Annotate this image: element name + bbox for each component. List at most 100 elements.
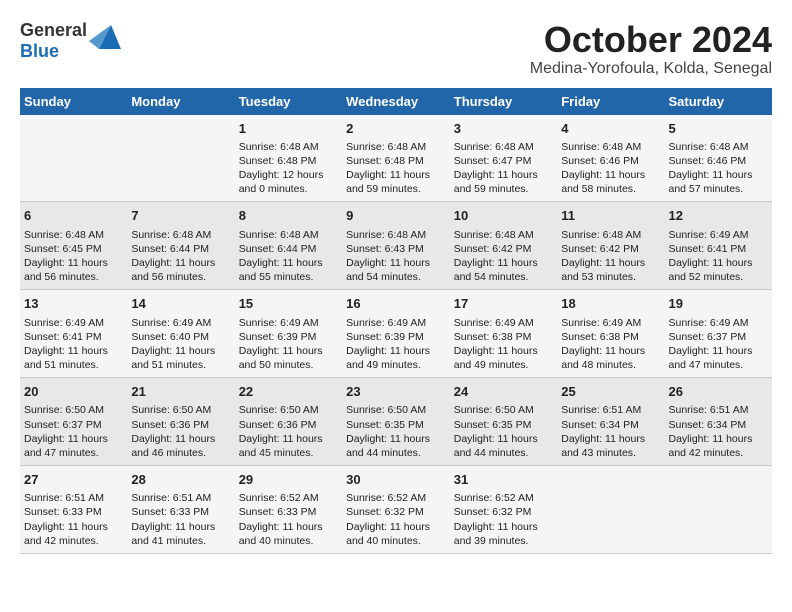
day-number: 3 [454, 120, 553, 138]
calendar-cell: 16 Sunrise: 6:49 AM Sunset: 6:39 PM Dayli… [342, 290, 450, 378]
calendar-header: SundayMondayTuesdayWednesdayThursdayFrid… [20, 88, 772, 115]
day-number: 1 [239, 120, 338, 138]
calendar-cell [20, 115, 127, 202]
day-info: Sunrise: 6:48 AM Sunset: 6:48 PM Dayligh… [346, 140, 446, 197]
calendar-cell: 3 Sunrise: 6:48 AM Sunset: 6:47 PM Daylig… [450, 115, 557, 202]
logo-blue: Blue [20, 41, 59, 61]
calendar-cell: 23Sunrise: 6:50 AM Sunset: 6:35 PM Dayli… [342, 378, 450, 466]
day-info: Sunrise: 6:49 AM Sunset: 6:40 PM Dayligh… [131, 316, 230, 373]
calendar-cell: 4 Sunrise: 6:48 AM Sunset: 6:46 PM Daylig… [557, 115, 664, 202]
day-info: Sunrise: 6:48 AM Sunset: 6:46 PM Dayligh… [561, 140, 660, 197]
day-number: 14 [131, 295, 230, 313]
day-info: Sunrise: 6:48 AM Sunset: 6:46 PM Dayligh… [669, 140, 769, 197]
day-info: Sunrise: 6:49 AM Sunset: 6:38 PM Dayligh… [561, 316, 660, 373]
location-subtitle: Medina-Yorofoula, Kolda, Senegal [530, 60, 772, 78]
calendar-cell: 1Sunrise: 6:48 AM Sunset: 6:48 PM Daylig… [235, 115, 342, 202]
day-number: 16 [346, 295, 446, 313]
day-number: 5 [669, 120, 769, 138]
calendar-cell [557, 466, 664, 554]
week-row-4: 20Sunrise: 6:50 AM Sunset: 6:37 PM Dayli… [20, 378, 772, 466]
day-info: Sunrise: 6:52 AM Sunset: 6:32 PM Dayligh… [454, 491, 553, 548]
col-header-tuesday: Tuesday [235, 88, 342, 115]
day-info: Sunrise: 6:48 AM Sunset: 6:42 PM Dayligh… [561, 228, 660, 285]
day-number: 29 [239, 471, 338, 489]
day-info: Sunrise: 6:49 AM Sunset: 6:39 PM Dayligh… [239, 316, 338, 373]
calendar-cell: 20Sunrise: 6:50 AM Sunset: 6:37 PM Dayli… [20, 378, 127, 466]
day-number: 22 [239, 383, 338, 401]
calendar-cell: 12 Sunrise: 6:49 AM Sunset: 6:41 PM Dayli… [665, 202, 773, 290]
day-info: Sunrise: 6:51 AM Sunset: 6:34 PM Dayligh… [669, 403, 769, 460]
day-info: Sunrise: 6:49 AM Sunset: 6:39 PM Dayligh… [346, 316, 446, 373]
logo-icon [89, 21, 121, 53]
calendar-cell [127, 115, 234, 202]
day-info: Sunrise: 6:49 AM Sunset: 6:41 PM Dayligh… [24, 316, 123, 373]
calendar-cell: 14 Sunrise: 6:49 AM Sunset: 6:40 PM Dayli… [127, 290, 234, 378]
day-info: Sunrise: 6:49 AM Sunset: 6:38 PM Dayligh… [454, 316, 553, 373]
day-info: Sunrise: 6:50 AM Sunset: 6:35 PM Dayligh… [346, 403, 446, 460]
day-number: 27 [24, 471, 123, 489]
day-info: Sunrise: 6:51 AM Sunset: 6:33 PM Dayligh… [24, 491, 123, 548]
day-number: 24 [454, 383, 553, 401]
day-number: 18 [561, 295, 660, 313]
day-number: 25 [561, 383, 660, 401]
week-row-5: 27 Sunrise: 6:51 AM Sunset: 6:33 PM Dayli… [20, 466, 772, 554]
day-number: 31 [454, 471, 553, 489]
col-header-monday: Monday [127, 88, 234, 115]
day-info: Sunrise: 6:52 AM Sunset: 6:32 PM Dayligh… [346, 491, 446, 548]
day-info: Sunrise: 6:49 AM Sunset: 6:41 PM Dayligh… [669, 228, 769, 285]
day-info: Sunrise: 6:48 AM Sunset: 6:47 PM Dayligh… [454, 140, 553, 197]
day-number: 30 [346, 471, 446, 489]
day-number: 4 [561, 120, 660, 138]
week-row-2: 6Sunrise: 6:48 AM Sunset: 6:45 PM Daylig… [20, 202, 772, 290]
calendar-cell: 8Sunrise: 6:48 AM Sunset: 6:44 PM Daylig… [235, 202, 342, 290]
calendar-cell: 25 Sunrise: 6:51 AM Sunset: 6:34 PM Dayli… [557, 378, 664, 466]
calendar-cell: 28 Sunrise: 6:51 AM Sunset: 6:33 PM Dayli… [127, 466, 234, 554]
page-header: General Blue October 2024 Medina-Yorofou… [20, 20, 772, 78]
col-header-wednesday: Wednesday [342, 88, 450, 115]
col-header-saturday: Saturday [665, 88, 773, 115]
week-row-3: 13 Sunrise: 6:49 AM Sunset: 6:41 PM Dayli… [20, 290, 772, 378]
day-info: Sunrise: 6:50 AM Sunset: 6:36 PM Dayligh… [131, 403, 230, 460]
calendar-table: SundayMondayTuesdayWednesdayThursdayFrid… [20, 88, 772, 554]
day-number: 28 [131, 471, 230, 489]
day-number: 17 [454, 295, 553, 313]
col-header-thursday: Thursday [450, 88, 557, 115]
day-number: 21 [131, 383, 230, 401]
calendar-cell: 29Sunrise: 6:52 AM Sunset: 6:33 PM Dayli… [235, 466, 342, 554]
calendar-cell: 26 Sunrise: 6:51 AM Sunset: 6:34 PM Dayli… [665, 378, 773, 466]
day-info: Sunrise: 6:48 AM Sunset: 6:44 PM Dayligh… [239, 228, 338, 285]
calendar-cell: 19 Sunrise: 6:49 AM Sunset: 6:37 PM Dayli… [665, 290, 773, 378]
col-header-friday: Friday [557, 88, 664, 115]
calendar-cell: 6Sunrise: 6:48 AM Sunset: 6:45 PM Daylig… [20, 202, 127, 290]
day-number: 7 [131, 207, 230, 225]
day-info: Sunrise: 6:48 AM Sunset: 6:42 PM Dayligh… [454, 228, 553, 285]
day-info: Sunrise: 6:51 AM Sunset: 6:34 PM Dayligh… [561, 403, 660, 460]
day-number: 15 [239, 295, 338, 313]
day-number: 11 [561, 207, 660, 225]
day-number: 13 [24, 295, 123, 313]
calendar-cell: 15 Sunrise: 6:49 AM Sunset: 6:39 PM Dayli… [235, 290, 342, 378]
day-number: 2 [346, 120, 446, 138]
day-number: 26 [669, 383, 769, 401]
title-block: October 2024 Medina-Yorofoula, Kolda, Se… [530, 20, 772, 78]
day-info: Sunrise: 6:49 AM Sunset: 6:37 PM Dayligh… [669, 316, 769, 373]
calendar-cell: 9Sunrise: 6:48 AM Sunset: 6:43 PM Daylig… [342, 202, 450, 290]
day-number: 19 [669, 295, 769, 313]
day-info: Sunrise: 6:48 AM Sunset: 6:45 PM Dayligh… [24, 228, 123, 285]
calendar-cell: 10 Sunrise: 6:48 AM Sunset: 6:42 PM Dayli… [450, 202, 557, 290]
day-info: Sunrise: 6:51 AM Sunset: 6:33 PM Dayligh… [131, 491, 230, 548]
day-info: Sunrise: 6:48 AM Sunset: 6:44 PM Dayligh… [131, 228, 230, 285]
logo-general: General [20, 20, 87, 40]
col-header-sunday: Sunday [20, 88, 127, 115]
day-number: 10 [454, 207, 553, 225]
calendar-cell: 22Sunrise: 6:50 AM Sunset: 6:36 PM Dayli… [235, 378, 342, 466]
calendar-cell: 13 Sunrise: 6:49 AM Sunset: 6:41 PM Dayli… [20, 290, 127, 378]
calendar-cell: 18 Sunrise: 6:49 AM Sunset: 6:38 PM Dayli… [557, 290, 664, 378]
day-number: 12 [669, 207, 769, 225]
calendar-cell: 21 Sunrise: 6:50 AM Sunset: 6:36 PM Dayli… [127, 378, 234, 466]
day-info: Sunrise: 6:48 AM Sunset: 6:43 PM Dayligh… [346, 228, 446, 285]
day-number: 20 [24, 383, 123, 401]
calendar-cell: 27 Sunrise: 6:51 AM Sunset: 6:33 PM Dayli… [20, 466, 127, 554]
calendar-cell: 5 Sunrise: 6:48 AM Sunset: 6:46 PM Daylig… [665, 115, 773, 202]
calendar-cell: 11 Sunrise: 6:48 AM Sunset: 6:42 PM Dayli… [557, 202, 664, 290]
